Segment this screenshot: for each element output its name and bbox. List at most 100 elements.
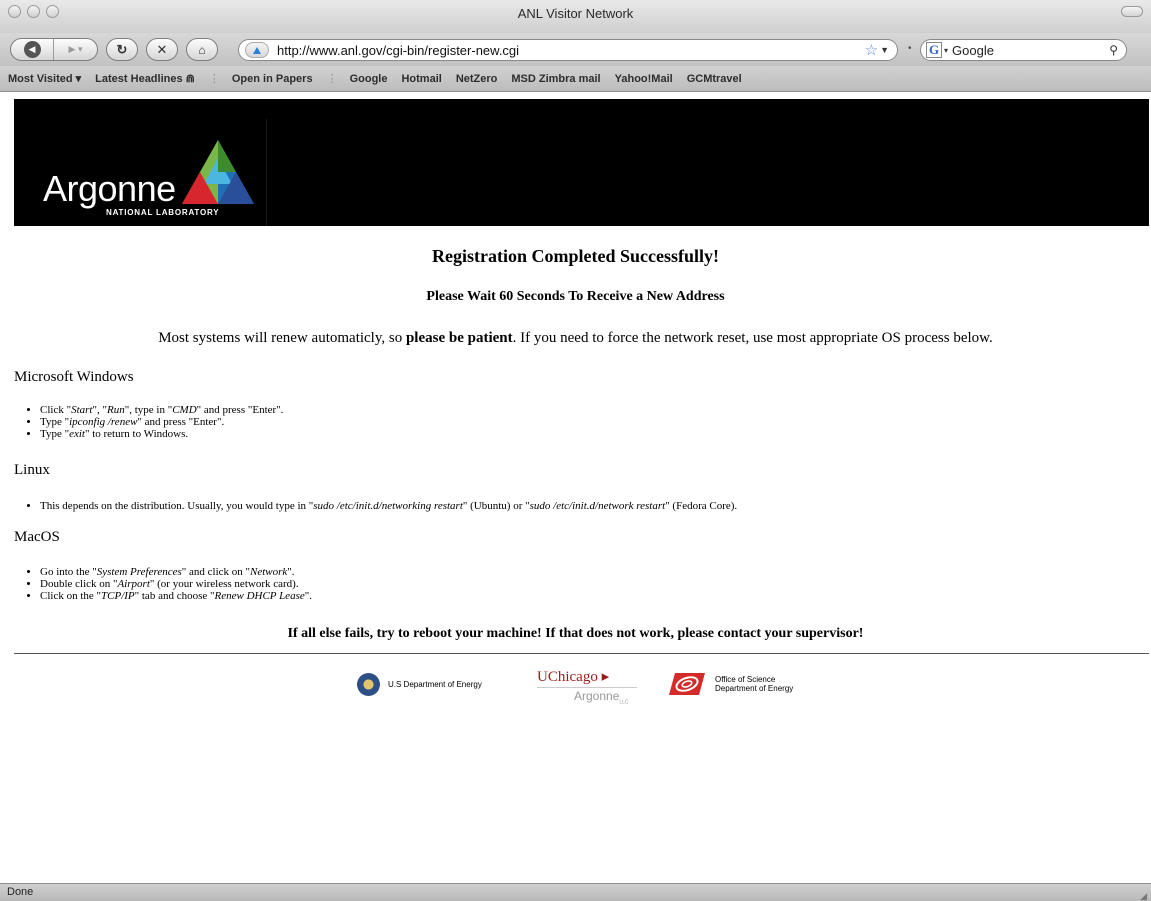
bookmark-yahoo-mail[interactable]: Yahoo!Mail [615,73,673,85]
instruction-text: Click " [40,404,72,416]
command-text: Run [106,404,125,416]
forward-button[interactable]: ▶ ▾ [54,39,97,60]
site-favicon-icon[interactable] [245,42,269,58]
command-text: ipconfig /renew [69,416,138,428]
bookmark-most-visited[interactable]: Most Visited ▾ [8,72,81,85]
instruction-text: " and press "Enter". [196,404,284,416]
llc-suffix: LLC [619,699,629,706]
google-engine-icon[interactable]: G [926,42,942,58]
instruction-text: " (Ubuntu) or " [462,500,530,512]
instruction-text: " and click on " [181,566,251,578]
command-text: Airport [117,578,150,590]
instruction-text: Type " [40,416,70,428]
final-note: If all else fails, try to reboot your ma… [287,626,864,641]
command-text: sudo /etc/init.d/network restart [529,500,666,512]
office-of-science-logo-icon [669,673,705,695]
command-text: CMD [172,404,197,416]
address-bar[interactable]: http://www.anl.gov/cgi-bin/register-new.… [238,39,898,61]
office-of-science-footer-link[interactable]: Office of Science Department of Energy [669,673,793,695]
section-title-windows: Microsoft Windows [14,369,134,385]
stop-icon: ✕ [156,41,168,57]
list-item: Double click on "Airport" (or your wirel… [40,578,312,590]
uchicago-logo-text: UChicago ▸ [537,669,610,685]
command-text: sudo /etc/init.d/networking restart [313,500,463,512]
stop-button[interactable]: ✕ [146,38,178,61]
title-bar: ANL Visitor Network [0,0,1151,33]
reload-button[interactable]: ↻ [106,38,138,61]
instruction-text: ". [304,590,312,602]
resize-grip-icon[interactable]: ◢ [1140,888,1147,901]
bookmark-netzero[interactable]: NetZero [456,73,498,85]
history-dropdown-icon[interactable]: ▼ [880,45,889,55]
command-text: Renew DHCP Lease [214,590,305,602]
intro-paragraph: Most systems will renew automaticly, so … [0,330,1151,347]
home-icon: ⌂ [198,42,206,57]
bookmark-google[interactable]: Google [350,73,388,85]
toolbar-toggle-button[interactable] [1121,6,1143,17]
bookmark-gcmtravel[interactable]: GCMtravel [687,73,742,85]
office-of-science-text: Office of Science Department of Energy [715,675,793,693]
bookmark-msd-zimbra-mail[interactable]: MSD Zimbra mail [511,73,600,85]
instruction-text: " to return to Windows. [84,428,189,440]
uchicago-logo-rule [537,687,637,688]
section-title-linux: Linux [14,462,50,478]
bookmark-separator: ⋮ [326,73,338,85]
doe-seal-icon [357,673,380,696]
page-content: Argonne NATIONAL LABORATORY Registration… [0,92,1151,883]
intro-text-after: . If you need to force the network reset… [512,330,993,346]
command-text: exit [69,428,85,440]
bookmark-separator: ⋮ [208,73,220,85]
office-line-1: Office of Science [715,675,776,684]
reload-icon: ↻ [116,41,128,57]
back-forward-control: ◀ ▶ ▾ [10,38,98,61]
argonne-banner: Argonne NATIONAL LABORATORY [14,99,1149,226]
argonne-llc-logo-text: ArgonneLLC [537,689,647,705]
instruction-text: ", type in " [124,404,173,416]
section-title-macos: MacOS [14,529,60,545]
doe-footer-link[interactable]: U.S Department of Energy [357,673,482,696]
argonne-triangle-logo-icon[interactable] [182,140,254,204]
bookmark-open-in-papers[interactable]: Open in Papers [232,73,313,85]
instruction-text: Double click on " [40,578,118,590]
navigation-toolbar: ◀ ▶ ▾ ↻ ✕ ⌂ http://www.anl.gov/cgi-bin/r… [0,33,1151,66]
instruction-text: ", " [92,404,107,416]
separator-dot-icon: • [908,43,912,54]
bookmark-star-icon[interactable]: ☆ [865,41,878,59]
intro-text-bold: please be patient [405,330,513,346]
bookmarks-toolbar: Most Visited ▾ Latest Headlines ⋒ ⋮ Open… [0,66,1151,92]
instruction-text: Click on the " [40,590,102,602]
instruction-text: ". [287,566,295,578]
home-button[interactable]: ⌂ [186,38,218,61]
uchicago-argonne-footer-link[interactable]: UChicago ▸ ArgonneLLC [537,667,647,705]
linux-steps-list: This depends on the distribution. Usuall… [40,500,737,512]
engine-dropdown-icon[interactable]: ▾ [944,46,948,55]
instruction-text: Type " [40,428,70,440]
status-bar: Done ◢ [0,883,1151,901]
bookmark-latest-headlines[interactable]: Latest Headlines ⋒ [95,72,195,85]
back-arrow-icon: ◀ [23,41,41,58]
list-item: This depends on the distribution. Usuall… [40,500,737,512]
banner-divider [266,119,267,226]
argonne-logo-text[interactable]: Argonne [43,168,176,210]
forward-arrow-icon: ▶ ▾ [68,44,83,54]
list-item: Go into the "System Preferences" and cli… [40,566,312,578]
macos-steps-list: Go into the "System Preferences" and cli… [40,566,312,602]
back-button[interactable]: ◀ [11,39,54,60]
list-item: Type "ipconfig /renew" and press "Enter"… [40,416,283,428]
command-text: System Preferences [96,566,182,578]
argonne-logo-subtitle: NATIONAL LABORATORY [106,208,220,217]
url-text[interactable]: http://www.anl.gov/cgi-bin/register-new.… [277,43,865,58]
command-text: TCP/IP [101,590,135,602]
windows-steps-list: Click "Start", "Run", type in "CMD" and … [40,404,283,440]
instruction-text: " and press "Enter". [137,416,225,428]
command-text: Start [71,404,93,416]
wait-subheading: Please Wait 60 Seconds To Receive a New … [426,289,725,304]
horizontal-rule [14,653,1149,654]
office-line-2: Department of Energy [715,684,794,693]
search-magnifier-icon[interactable]: ⚲ [1109,43,1118,57]
page-title: Registration Completed Successfully! [432,246,719,266]
search-input[interactable]: Google [952,43,1109,58]
bookmark-hotmail[interactable]: Hotmail [401,73,441,85]
search-bar[interactable]: G ▾ Google ⚲ [920,39,1127,61]
list-item: Click "Start", "Run", type in "CMD" and … [40,404,283,416]
